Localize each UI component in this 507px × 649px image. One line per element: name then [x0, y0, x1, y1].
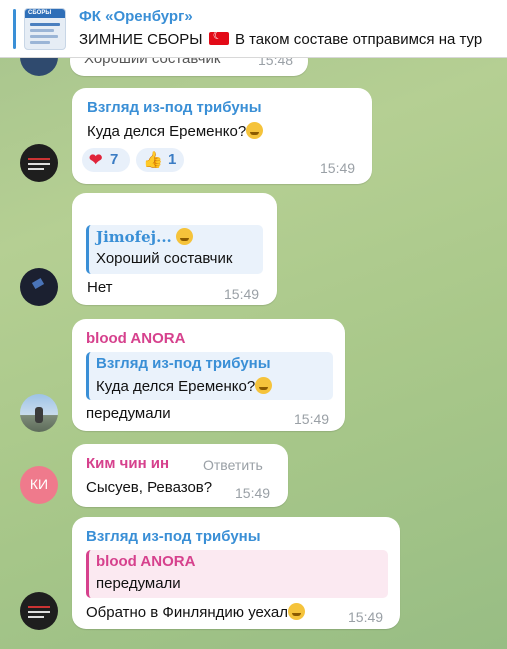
message-sender[interactable]: Ким чин ин — [86, 455, 169, 472]
avatar[interactable] — [20, 592, 58, 630]
avatar-initials: КИ — [29, 476, 49, 492]
sweat-smile-emoji-icon — [287, 603, 305, 620]
smile-emoji-icon — [255, 377, 273, 394]
message-time: 15:49 — [348, 609, 384, 625]
wink-emoji-icon — [175, 228, 193, 245]
thumbnail-label: СБОРЫ — [28, 10, 52, 16]
avatar[interactable] — [20, 394, 58, 432]
message-text: Куда делся Еременко? — [87, 122, 264, 140]
reply-text: передумали — [96, 575, 181, 592]
reaction-count: 1 — [168, 151, 177, 168]
avatar[interactable]: КИ — [20, 466, 58, 504]
message-sender[interactable]: blood ANORA — [86, 330, 185, 347]
pinned-text-end: В таком составе отправимся на тур — [234, 31, 483, 48]
reaction-heart[interactable]: ❤ 7 — [82, 148, 130, 172]
smile-emoji-icon — [246, 122, 264, 139]
pinned-indicator — [13, 9, 16, 49]
message-bubble[interactable]: Взгляд из-под трибуны blood ANORA переду… — [72, 517, 400, 629]
reply-text: Хороший составчик — [96, 250, 233, 267]
reply-sender: Jimofej... — [96, 228, 193, 246]
pinned-thumbnail: СБОРЫ — [24, 8, 66, 50]
message-time: 15:49 — [235, 485, 271, 501]
message-text: Сысуев, Ревазов? — [86, 479, 213, 496]
reply-sender: blood ANORA — [96, 553, 196, 570]
message-time: 15:49 — [294, 411, 330, 427]
pinned-message-bar[interactable]: СБОРЫ ФК «Оренбург» ЗИМНИЕ СБОРЫ В таком… — [0, 0, 507, 58]
avatar[interactable] — [20, 268, 58, 306]
pinned-text-start: ЗИМНИЕ СБОРЫ — [79, 31, 203, 48]
heart-icon: ❤ — [89, 152, 103, 169]
message-bubble[interactable]: Jimofej... Хороший составчик Нет 15:49 — [72, 193, 277, 305]
message-sender[interactable]: Взгляд из-под трибуны — [87, 99, 262, 116]
message-time: 15:49 — [320, 160, 356, 176]
message-bubble[interactable]: Ким чин ин Ответить Сысуев, Ревазов? 15:… — [72, 444, 288, 507]
message-sender[interactable]: Взгляд из-под трибуны — [86, 528, 261, 545]
message-time: 15:49 — [224, 286, 260, 302]
reaction-count: 7 — [110, 151, 119, 168]
pinned-channel-title: ФК «Оренбург» — [79, 8, 193, 25]
avatar[interactable] — [20, 144, 58, 182]
turkey-flag-icon — [208, 31, 229, 45]
reply-quote[interactable]: Jimofej... Хороший составчик — [86, 225, 263, 274]
message-bubble[interactable]: Взгляд из-под трибуны Куда делся Еременк… — [72, 88, 372, 184]
reply-button[interactable]: Ответить — [203, 457, 263, 473]
thumbs-up-icon: 👍 — [143, 152, 163, 169]
message-bubble[interactable]: blood ANORA Взгляд из-под трибуны Куда д… — [72, 319, 345, 431]
message-text: Нет — [87, 279, 113, 296]
reply-text: Куда делся Еременко? — [96, 377, 273, 395]
message-text: передумали — [86, 405, 171, 422]
pinned-preview-text: ЗИМНИЕ СБОРЫ В таком составе отправимся … — [79, 31, 507, 48]
reaction-thumbs-up[interactable]: 👍 1 — [136, 148, 184, 172]
reply-quote[interactable]: blood ANORA передумали — [86, 550, 388, 598]
reply-sender: Взгляд из-под трибуны — [96, 355, 271, 372]
message-text: Обратно в Финляндию уехал — [86, 603, 305, 621]
reply-quote[interactable]: Взгляд из-под трибуны Куда делся Еременк… — [86, 352, 333, 400]
